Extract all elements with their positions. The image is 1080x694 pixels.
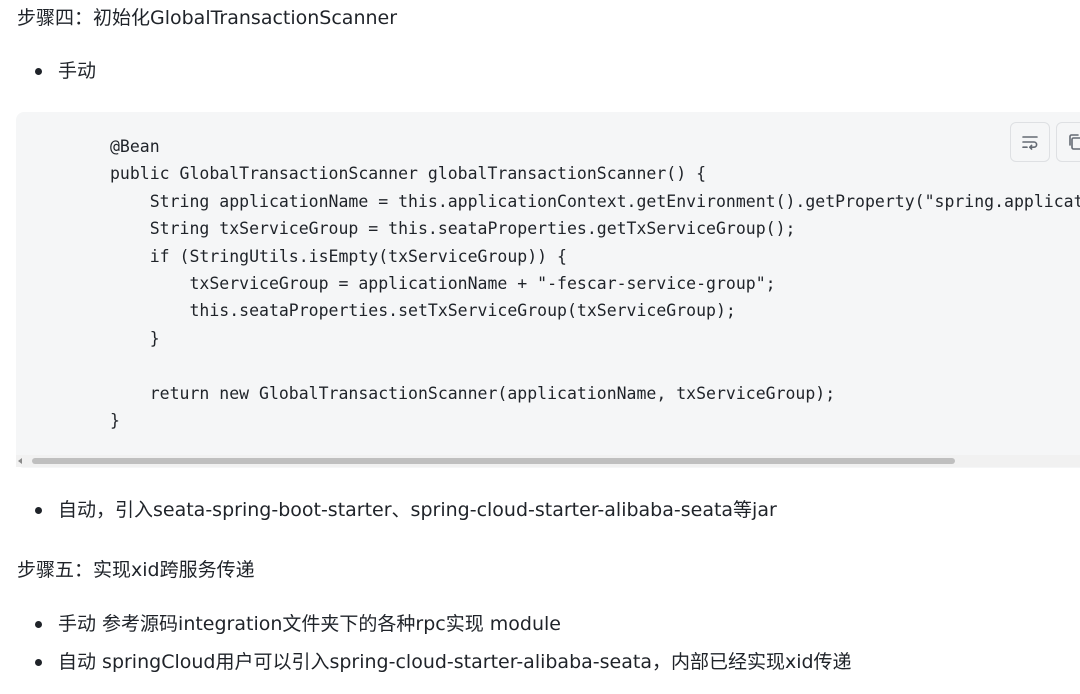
- code-line: public GlobalTransactionScanner globalTr…: [110, 164, 707, 184]
- list-item-text: 自动，引入seata-spring-boot-starter、spring-cl…: [58, 499, 777, 521]
- code-line: txServiceGroup = applicationName + "-fes…: [110, 273, 776, 293]
- list-item-text: 自动 springCloud用户可以引入spring-cloud-starter…: [58, 651, 852, 673]
- copy-button[interactable]: [1056, 122, 1080, 162]
- code-horizontal-scrollbar[interactable]: [16, 455, 1080, 467]
- bullet-dot-icon: [35, 659, 42, 666]
- step4-heading: 步骤四：初始化GlobalTransactionScanner: [17, 7, 398, 29]
- code-content: @Bean public GlobalTransactionScanner glo…: [110, 133, 1080, 434]
- scrollbar-thumb[interactable]: [32, 458, 955, 464]
- code-block: @Bean public GlobalTransactionScanner glo…: [16, 112, 1080, 468]
- scroll-left-icon[interactable]: [18, 458, 22, 464]
- wrap-lines-button[interactable]: [1010, 122, 1050, 162]
- bullet-dot-icon: [35, 621, 42, 628]
- copy-icon: [1069, 134, 1080, 150]
- code-line: return new GlobalTransactionScanner(appl…: [110, 383, 836, 403]
- document-page: 步骤四：初始化GlobalTransactionScanner 手动 @Bean…: [0, 0, 1080, 694]
- code-line: String applicationName = this.applicatio…: [149, 191, 1080, 211]
- list-item-text: 手动: [58, 60, 97, 82]
- code-line: }: [110, 328, 160, 348]
- code-line: }: [110, 410, 120, 430]
- step5-heading: 步骤五：实现xid跨服务传递: [17, 559, 255, 581]
- code-line: this.seataProperties.setTxServiceGroup(t…: [110, 301, 736, 321]
- code-line: String txServiceGroup = this.seataProper…: [110, 219, 796, 239]
- code-line: @Bean: [110, 137, 160, 156]
- code-line: if (StringUtils.isEmpty(txServiceGroup))…: [110, 246, 567, 266]
- list-item-text: 手动 参考源码integration文件夹下的各种rpc实现 module: [58, 613, 561, 635]
- bullet-dot-icon: [35, 507, 42, 514]
- bullet-dot-icon: [35, 68, 42, 75]
- wrap-lines-icon: [1022, 136, 1038, 150]
